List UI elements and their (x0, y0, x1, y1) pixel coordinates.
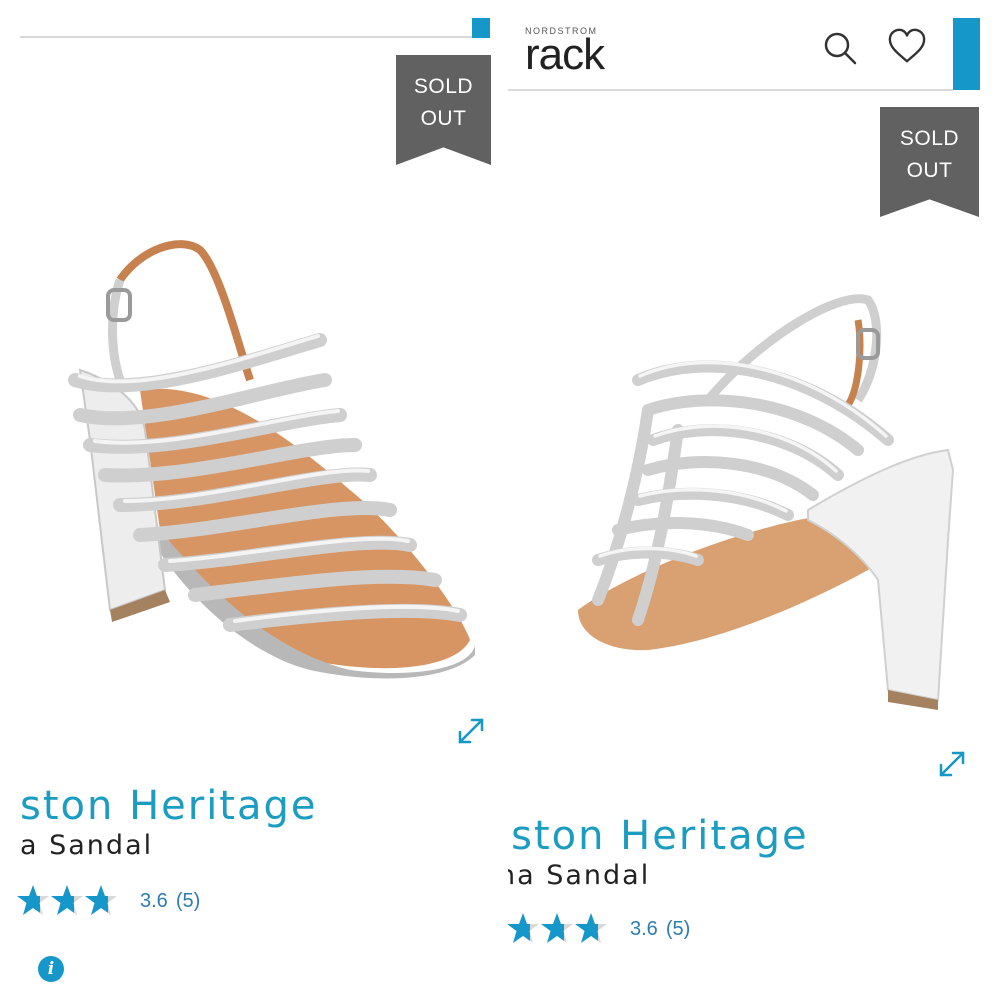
product-image[interactable] (558, 280, 978, 710)
sold-out-line2: OUT (906, 159, 953, 182)
star-icon-row (17, 885, 117, 915)
panel-divider (500, 0, 508, 1000)
search-button[interactable] (820, 28, 860, 68)
product-rating[interactable]: 3.6 (5) (16, 884, 200, 918)
logo-brand-rack: rack (525, 30, 605, 79)
wishlist-button[interactable] (887, 26, 927, 66)
header-divider (508, 89, 953, 91)
star-icon (575, 913, 607, 943)
product-title[interactable]: lston Heritage (508, 813, 809, 859)
right-screenshot-panel: NORDSTROM rack SOLD OUT lston Heritage n… (508, 0, 1000, 1000)
sold-out-badge: SOLD OUT (880, 107, 979, 217)
rating-count: (5) (665, 917, 691, 940)
sold-out-line1: SOLD (899, 127, 960, 150)
search-icon (824, 32, 857, 65)
nordstrom-rack-logo[interactable]: NORDSTROM rack (525, 26, 605, 79)
product-subtitle: na Sandal (508, 860, 651, 891)
star-icon (85, 885, 117, 915)
expand-icon[interactable] (455, 715, 487, 747)
rating-stars (16, 884, 118, 918)
rating-value: 3.6 (140, 889, 168, 912)
left-screenshot-panel: SOLD OUT ston Heritage a Sandal 3.6 (5) … (0, 0, 500, 1000)
product-title[interactable]: ston Heritage (20, 783, 318, 829)
header-divider (20, 36, 476, 38)
expand-icon[interactable] (936, 748, 968, 780)
heart-icon (888, 28, 926, 63)
sold-out-line1: SOLD (413, 75, 474, 98)
sold-out-badge: SOLD OUT (396, 55, 491, 165)
star-icon (541, 913, 573, 943)
product-rating[interactable]: 3.6 (5) (508, 912, 690, 946)
info-icon[interactable]: i (38, 956, 64, 982)
sold-out-line2: OUT (420, 107, 467, 130)
rating-count: (5) (175, 889, 201, 912)
star-icon (51, 885, 83, 915)
menu-accent-block[interactable] (472, 18, 490, 38)
rating-stars (508, 912, 608, 946)
star-icon (17, 885, 49, 915)
product-image[interactable] (50, 230, 490, 680)
star-icon-row (508, 913, 607, 943)
product-subtitle: a Sandal (20, 830, 154, 861)
menu-accent-block[interactable] (953, 18, 980, 90)
star-icon (508, 913, 539, 943)
rating-value: 3.6 (630, 917, 658, 940)
